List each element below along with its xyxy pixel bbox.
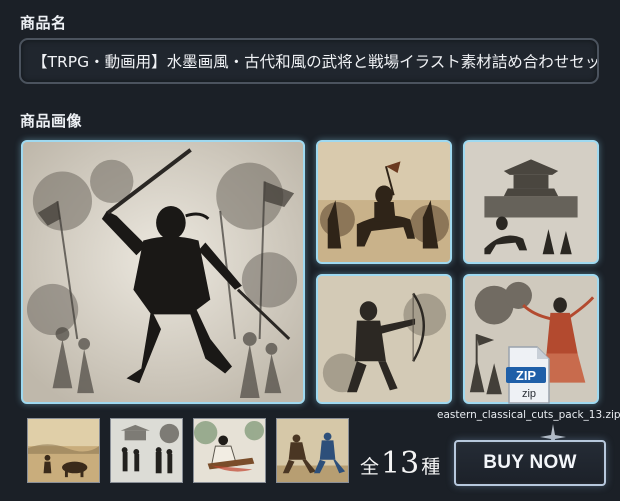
item-count: 全13 種 <box>360 446 440 481</box>
product-image-3[interactable] <box>463 140 599 264</box>
ink-warrior-illustration <box>23 142 303 402</box>
thumbnail-3[interactable] <box>193 418 266 483</box>
product-image-4[interactable] <box>316 274 452 404</box>
main-product-image[interactable] <box>21 140 305 404</box>
thumbnail-1[interactable] <box>27 418 100 483</box>
zip-file-icon[interactable]: ZIP zip <box>505 345 551 405</box>
zip-file-name[interactable]: eastern_classical_cuts_pack_13.zip <box>437 409 620 421</box>
courtyard-thumbnail <box>111 419 182 482</box>
buy-now-button[interactable]: BUY NOW <box>454 440 606 486</box>
zither-musician-thumbnail <box>194 419 265 482</box>
archer-illustration <box>318 276 450 402</box>
product-name-field[interactable]: 【TRPG・動画用】水墨画風・古代和風の武将と戦場イラスト素材詰め合わせセット <box>19 38 599 84</box>
count-suffix: 種 <box>421 456 441 478</box>
martial-artists-thumbnail <box>277 419 348 482</box>
product-image-2[interactable] <box>316 140 452 264</box>
general-on-horse-illustration <box>318 142 450 262</box>
farmer-ox-thumbnail <box>28 419 99 482</box>
count-prefix: 全 <box>360 456 380 478</box>
zip-badge-label: ZIP <box>516 368 537 383</box>
thumbnail-4[interactable] <box>276 418 349 483</box>
zip-extension-label: zip <box>522 388 536 400</box>
castle-battle-illustration <box>465 142 597 262</box>
product-images-label: 商品画像 <box>20 112 83 130</box>
count-number: 13 <box>381 446 420 481</box>
product-name-label: 商品名 <box>20 14 67 32</box>
thumbnail-2[interactable] <box>110 418 183 483</box>
